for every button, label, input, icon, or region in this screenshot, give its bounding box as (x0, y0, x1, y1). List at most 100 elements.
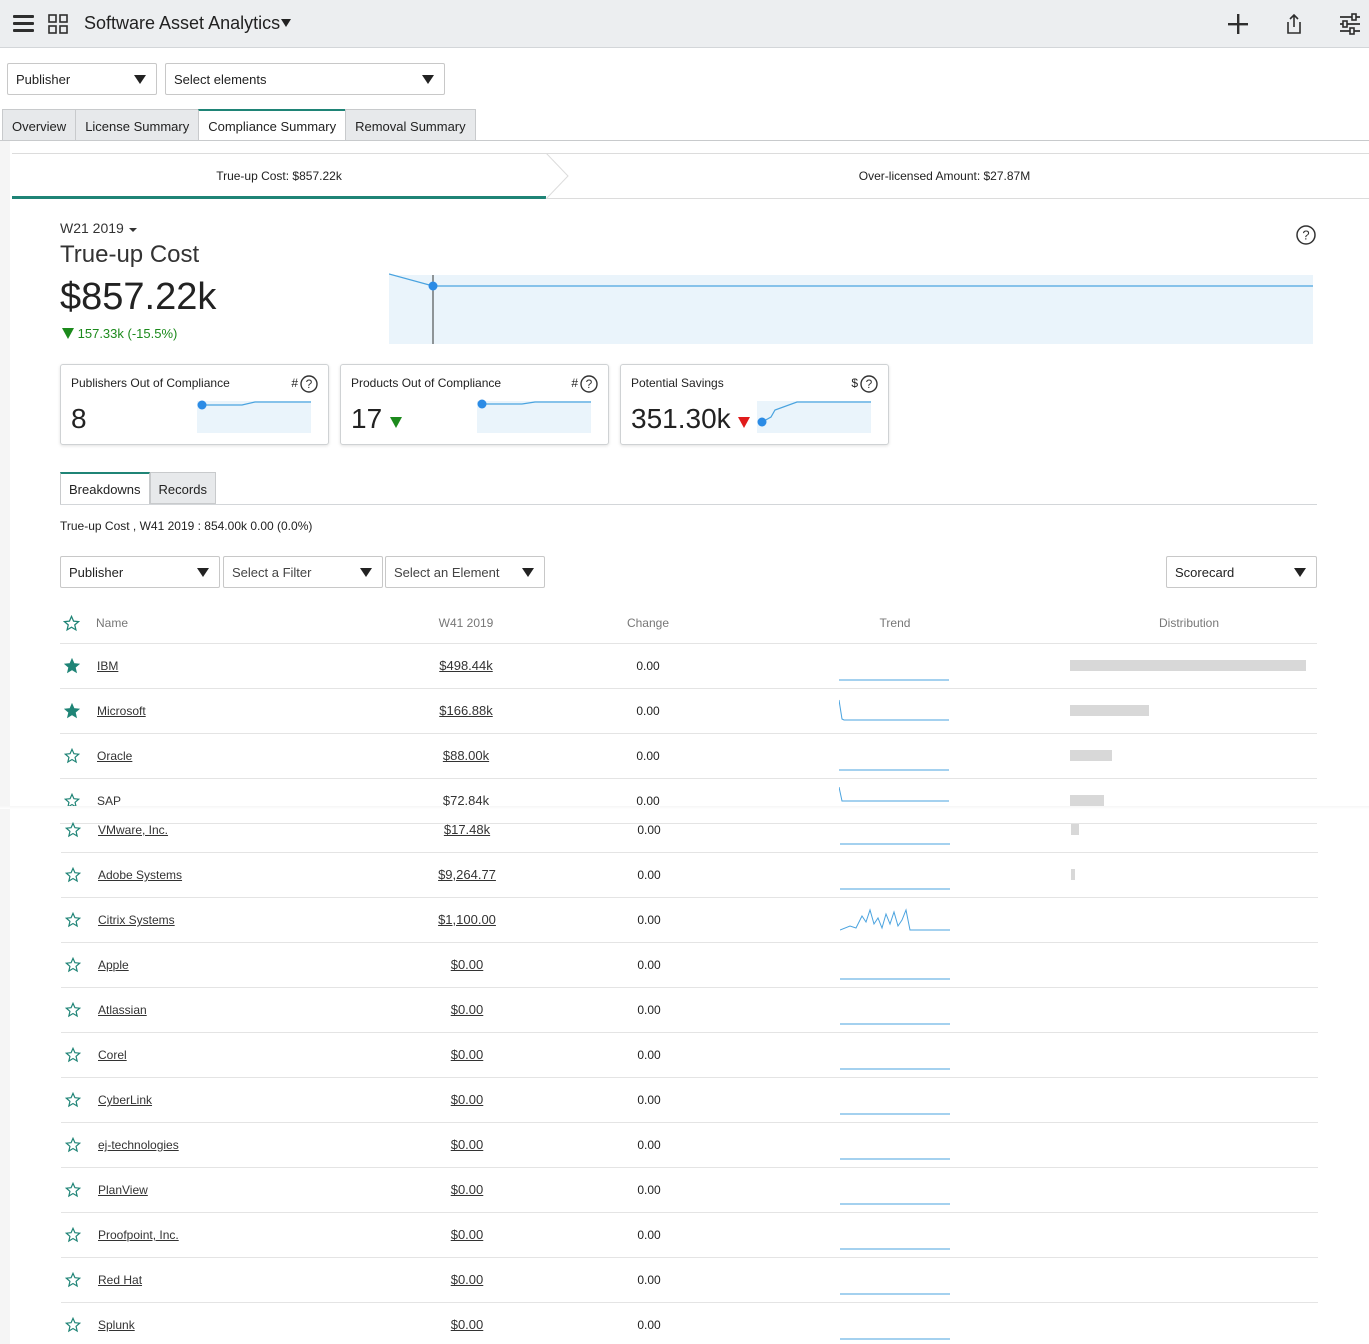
row-name-link[interactable]: Apple (98, 958, 129, 972)
star-icon[interactable] (65, 1317, 81, 1333)
star-icon[interactable] (65, 1227, 81, 1243)
tab-license-summary[interactable]: License Summary (75, 109, 199, 141)
row-name-link[interactable]: Splunk (98, 1318, 135, 1332)
table-row[interactable]: Microsoft $166.88k 0.00 (60, 689, 1317, 734)
row-value-link[interactable]: $0.00 (408, 1002, 526, 1017)
star-icon[interactable] (65, 822, 81, 838)
row-name-link[interactable]: Corel (98, 1048, 127, 1062)
table-row[interactable]: IBM $498.44k 0.00 (60, 644, 1317, 689)
row-value-link[interactable]: $166.88k (407, 703, 525, 718)
trueup-metric-tab[interactable]: True-up Cost: $857.22k (12, 154, 546, 198)
star-icon[interactable] (65, 1002, 81, 1018)
help-icon[interactable]: ? (300, 375, 318, 393)
caret-down-icon (422, 75, 434, 84)
help-icon[interactable]: ? (1296, 225, 1316, 245)
settings-sliders-icon[interactable] (1338, 12, 1362, 36)
table-row[interactable]: Oracle $88.00k 0.00 (60, 734, 1317, 779)
row-name-link[interactable]: CyberLink (98, 1093, 152, 1107)
dimension-select[interactable]: Publisher (7, 63, 157, 95)
row-value-link[interactable]: $9,264.77 (408, 867, 526, 882)
row-name-link[interactable]: Red Hat (98, 1273, 142, 1287)
star-icon[interactable] (65, 1047, 81, 1063)
row-value-link[interactable]: $0.00 (408, 1092, 526, 1107)
row-value-link[interactable]: $0.00 (408, 1137, 526, 1152)
star-icon[interactable] (65, 912, 81, 928)
row-name-link[interactable]: Adobe Systems (98, 868, 182, 882)
star-icon[interactable] (65, 867, 81, 883)
star-icon[interactable] (65, 1272, 81, 1288)
table-row[interactable]: Proofpoint, Inc. $0.00 0.00 (61, 1213, 1318, 1258)
star-filled-icon[interactable] (64, 703, 80, 719)
row-value-link[interactable]: $0.00 (408, 1227, 526, 1242)
filter-select[interactable]: Select a Filter (223, 556, 383, 588)
share-icon[interactable] (1282, 12, 1306, 36)
table-row[interactable]: Atlassian $0.00 0.00 (61, 988, 1318, 1033)
row-name-link[interactable]: VMware, Inc. (98, 823, 168, 837)
card-sparkline (757, 401, 871, 433)
row-trend-sparkline (839, 679, 949, 681)
row-value-link[interactable]: $17.48k (408, 822, 526, 837)
products-out-of-compliance-card[interactable]: Products Out of Compliance # ? 17 (340, 364, 609, 445)
add-icon[interactable] (1226, 12, 1250, 36)
row-value-link[interactable]: $498.44k (407, 658, 525, 673)
row-value-link[interactable]: $88.00k (407, 748, 525, 763)
table-row[interactable]: Adobe Systems $9,264.77 0.00 (61, 853, 1318, 898)
title-dropdown-icon[interactable] (280, 17, 292, 29)
tab-compliance-summary[interactable]: Compliance Summary (198, 109, 346, 141)
potential-savings-card[interactable]: Potential Savings $ ? 351.30k (620, 364, 889, 445)
star-icon[interactable] (65, 1092, 81, 1108)
tab-overview[interactable]: Overview (2, 109, 76, 141)
table-row[interactable]: Splunk $0.00 0.00 (61, 1303, 1318, 1344)
grid-icon[interactable] (48, 14, 68, 34)
row-value-link[interactable]: $0.00 (408, 957, 526, 972)
tab-records[interactable]: Records (149, 472, 216, 504)
tab-removal-summary[interactable]: Removal Summary (345, 109, 476, 141)
star-icon[interactable] (64, 748, 80, 764)
elements-select[interactable]: Select elements (165, 63, 445, 95)
column-header-name[interactable]: Name (96, 616, 128, 630)
row-name-link[interactable]: ej-technologies (98, 1138, 179, 1152)
row-name-link[interactable]: IBM (97, 659, 118, 673)
view-select[interactable]: Scorecard (1166, 556, 1317, 588)
row-change: 0.00 (637, 1093, 661, 1107)
row-name-link[interactable]: Oracle (97, 749, 132, 763)
row-name-link[interactable]: Microsoft (97, 704, 146, 718)
table-row[interactable]: Apple $0.00 0.00 (61, 943, 1318, 988)
group-by-select[interactable]: Publisher (60, 556, 220, 588)
breakdown-summary: True-up Cost , W41 2019 : 854.00k 0.00 (… (60, 519, 313, 533)
row-value-link[interactable]: $0.00 (408, 1047, 526, 1062)
table-row[interactable]: ej-technologies $0.00 0.00 (61, 1123, 1318, 1168)
period-selector[interactable]: W21 2019 (60, 220, 124, 236)
star-filled-icon[interactable] (64, 658, 80, 674)
star-icon[interactable] (65, 957, 81, 973)
table-row[interactable]: CyberLink $0.00 0.00 (61, 1078, 1318, 1123)
row-value-link[interactable]: $0.00 (408, 1182, 526, 1197)
column-header-change[interactable]: Change (608, 616, 688, 630)
app-title[interactable]: Software Asset Analytics (84, 13, 280, 34)
table-row[interactable]: VMware, Inc. $17.48k 0.00 (61, 808, 1318, 853)
row-name-link[interactable]: PlanView (98, 1183, 148, 1197)
row-name-link[interactable]: Proofpoint, Inc. (98, 1228, 179, 1242)
menu-icon[interactable] (13, 15, 34, 33)
tab-breakdowns[interactable]: Breakdowns (60, 472, 150, 504)
row-value-link[interactable]: $0.00 (408, 1317, 526, 1332)
star-icon[interactable] (65, 1182, 81, 1198)
column-header-value[interactable]: W41 2019 (407, 616, 525, 630)
row-name-link[interactable]: Atlassian (98, 1003, 147, 1017)
table-row[interactable]: Corel $0.00 0.00 (61, 1033, 1318, 1078)
table-row[interactable]: PlanView $0.00 0.00 (61, 1168, 1318, 1213)
publishers-out-of-compliance-card[interactable]: Publishers Out of Compliance # ? 8 (60, 364, 329, 445)
row-value-link[interactable]: $0.00 (408, 1272, 526, 1287)
overlicensed-metric-tab[interactable]: Over-licensed Amount: $27.87M (572, 154, 1317, 198)
caret-down-icon[interactable] (129, 228, 137, 232)
star-all-icon[interactable] (63, 615, 80, 632)
table-row[interactable]: Citrix Systems $1,100.00 0.00 (61, 898, 1318, 943)
row-name-link[interactable]: Citrix Systems (98, 913, 175, 927)
star-icon[interactable] (65, 1137, 81, 1153)
help-icon[interactable]: ? (860, 375, 878, 393)
help-icon[interactable]: ? (580, 375, 598, 393)
row-value-link[interactable]: $1,100.00 (408, 912, 526, 927)
element-select[interactable]: Select an Element (385, 556, 545, 588)
card-title: Potential Savings (631, 376, 724, 390)
table-row[interactable]: Red Hat $0.00 0.00 (61, 1258, 1318, 1303)
